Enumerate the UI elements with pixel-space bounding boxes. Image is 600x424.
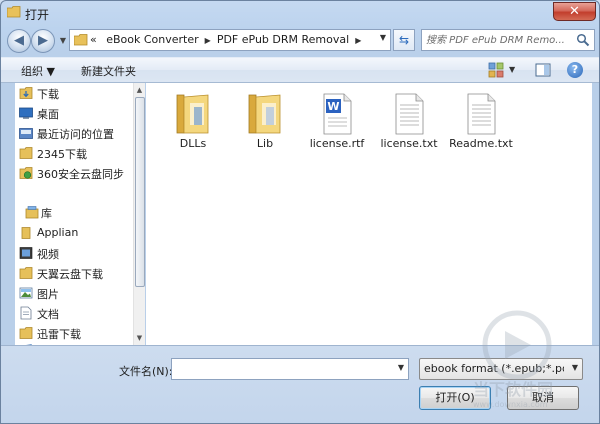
folder-icon [248, 94, 281, 134]
change-view-icon[interactable] [488, 62, 504, 78]
folder-icon [74, 34, 88, 46]
chevron-down-icon[interactable]: ▼ [398, 363, 404, 372]
file-item-dlls[interactable]: DLLs [160, 89, 226, 165]
sidebar-item-label: 2345下载 [37, 148, 87, 161]
file-item-readme-txt[interactable]: Readme.txt [448, 89, 514, 165]
search-icon [576, 33, 590, 47]
preview-pane-icon[interactable] [535, 62, 551, 78]
sidebar-item-label: Applian [37, 226, 79, 239]
navigation-pane: 下载 桌面 最近访问的位置 2345下载 360安全云盘同步 库 Applian… [15, 83, 133, 345]
folder-icon [176, 94, 209, 134]
recent-pages-dropdown[interactable]: ▼ [57, 33, 69, 49]
file-name: license.txt [380, 137, 438, 150]
svg-text:W: W [327, 100, 339, 113]
desktop-icon [19, 107, 33, 119]
folder-icon [7, 6, 21, 18]
sidebar-item-label: 桌面 [37, 108, 59, 121]
open-button[interactable]: 打开(O) [419, 386, 491, 410]
dialog-footer: 文件名(N): ▼ ebook format (*.epub;*.pdf;* ▼… [1, 345, 599, 423]
text-file-icon [395, 93, 424, 135]
new-folder-button[interactable]: 新建文件夹 [81, 63, 136, 79]
forward-button[interactable]: ▶ [31, 29, 55, 53]
chevron-right-icon[interactable]: ▶ [355, 36, 361, 45]
chevron-right-icon[interactable]: ▶ [205, 36, 211, 45]
cloud-folder-icon [19, 167, 33, 179]
filename-combobox[interactable]: ▼ [171, 358, 409, 380]
pictures-library-icon [19, 287, 33, 299]
sidebar-item-label: 库 [41, 207, 52, 220]
scroll-up-icon[interactable]: ▲ [134, 83, 145, 97]
address-row: ◀ ▶ ▼ « eBook Converter ▶ PDF ePub DRM Rem… [1, 25, 599, 55]
address-dropdown[interactable]: ▼ [380, 33, 386, 42]
breadcrumb: « eBook Converter ▶ PDF ePub DRM Removal ▶ [90, 33, 367, 46]
refresh-button[interactable]: ⇆ [393, 29, 415, 51]
cancel-button[interactable]: 取消 [507, 386, 579, 410]
documents-library-icon [20, 306, 32, 320]
recent-places-icon [19, 128, 33, 139]
library-icon [25, 206, 39, 219]
folder-icon [21, 227, 31, 239]
file-type-value: ebook format (*.epub;*.pdf;* [424, 362, 564, 375]
open-file-dialog: 打开 ✕ ◀ ▶ ▼ « eBook Converter ▶ PDF ePub DR… [0, 0, 600, 424]
word-document-icon: W [323, 93, 352, 135]
file-item-license-txt[interactable]: license.txt [376, 89, 442, 165]
file-name: license.rtf [309, 137, 365, 150]
download-folder-icon [19, 87, 33, 99]
organize-button[interactable]: 组织 ▼ [21, 63, 55, 79]
file-name: Lib [256, 137, 274, 150]
sidebar-item-label: 天翼云盘下载 [37, 268, 103, 281]
breadcrumb-item-ebook-converter[interactable]: eBook Converter [106, 33, 198, 46]
back-button[interactable]: ◀ [7, 29, 31, 53]
filename-input[interactable] [175, 361, 387, 377]
sidebar-item-label: 文档 [37, 308, 59, 321]
search-box[interactable] [421, 29, 595, 51]
scrollbar-thumb[interactable] [135, 97, 145, 287]
folder-icon [19, 147, 33, 159]
command-bar: 组织 ▼ 新建文件夹 ▼ ? [1, 57, 599, 83]
text-file-icon [467, 93, 496, 135]
file-name: Readme.txt [449, 137, 513, 150]
navigation-scrollbar[interactable]: ▲ ▼ [133, 83, 145, 345]
filename-label: 文件名(N): [119, 365, 173, 378]
close-button[interactable]: ✕ [553, 2, 596, 21]
scroll-down-icon[interactable]: ▼ [134, 331, 145, 345]
address-bar[interactable]: « eBook Converter ▶ PDF ePub DRM Removal ▶ … [69, 29, 391, 51]
sidebar-item-label: 360安全云盘同步 [37, 168, 124, 181]
breadcrumb-overflow[interactable]: « [90, 33, 97, 46]
sidebar-item-label: 最近访问的位置 [37, 128, 114, 141]
sidebar-item-label: 视频 [37, 248, 59, 261]
help-button[interactable]: ? [567, 62, 583, 78]
window-title: 打开 [25, 8, 50, 22]
chevron-down-icon[interactable]: ▼ [572, 363, 578, 372]
search-input[interactable] [426, 32, 576, 48]
video-library-icon [19, 247, 33, 259]
sidebar-item-label: 下载 [37, 88, 59, 101]
sidebar-item-label: 图片 [37, 288, 59, 301]
sidebar-item-label: 迅雷下载 [37, 328, 81, 341]
file-item-lib[interactable]: Lib [232, 89, 298, 165]
file-name: DLLs [179, 137, 207, 150]
breadcrumb-item-pdf-epub-drm-removal[interactable]: PDF ePub DRM Removal [217, 33, 349, 46]
title-bar: 打开 ✕ [1, 1, 599, 25]
file-list: DLLs Lib W license.rtf license.txt Readm… [146, 83, 592, 345]
view-options-dropdown[interactable]: ▼ [509, 65, 515, 74]
folder-icon [19, 267, 33, 279]
file-type-select[interactable]: ebook format (*.epub;*.pdf;* ▼ [419, 358, 583, 380]
folder-icon [19, 327, 33, 339]
file-item-license-rtf[interactable]: W license.rtf [304, 89, 370, 165]
